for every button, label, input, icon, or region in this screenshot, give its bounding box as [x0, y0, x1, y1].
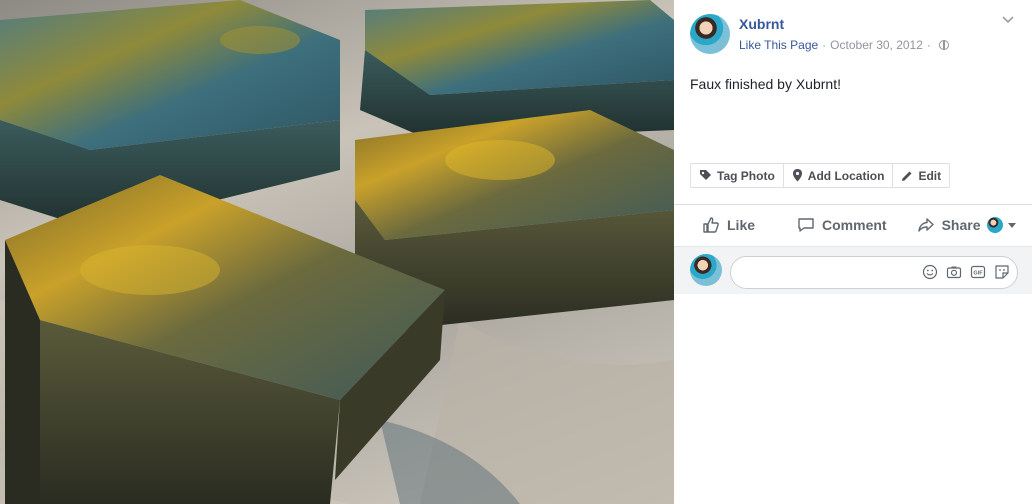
post-date[interactable]: October 30, 2012 — [830, 38, 923, 52]
gif-icon[interactable]: GIF — [970, 264, 986, 280]
comment-bubble-icon — [798, 218, 814, 232]
page-avatar[interactable] — [690, 14, 730, 54]
page-name-link[interactable]: Xubrnt — [739, 16, 784, 32]
sticker-icon[interactable] — [994, 264, 1010, 280]
caret-down-icon — [1008, 222, 1016, 228]
comment-label: Comment — [822, 217, 887, 233]
photo-action-bar: Tag Photo Add Location Edit — [690, 163, 951, 188]
comment-composer: GIF — [674, 246, 1032, 294]
post-photo[interactable] — [0, 0, 674, 504]
post-details-panel: Xubrnt Like This Page · October 30, 2012… — [674, 0, 1032, 504]
share-arrow-icon — [917, 218, 934, 232]
globe-icon — [938, 40, 949, 50]
react-as-avatar — [987, 217, 1003, 233]
location-pin-icon — [792, 169, 802, 182]
composer-icons: GIF — [922, 264, 1010, 280]
post-caption: Faux finished by Xubrnt! — [690, 76, 841, 92]
tag-icon — [700, 170, 711, 180]
like-page-link[interactable]: Like This Page — [739, 38, 818, 52]
camera-icon[interactable] — [946, 264, 962, 280]
edit-button[interactable]: Edit — [893, 164, 949, 187]
tag-photo-label: Tag Photo — [717, 168, 775, 183]
add-location-button[interactable]: Add Location — [784, 164, 894, 187]
meta-separator: · — [926, 38, 931, 52]
like-label: Like — [727, 217, 756, 233]
post-meta: Like This Page · October 30, 2012 · — [739, 38, 949, 52]
react-as-selector[interactable] — [987, 217, 1016, 233]
chevron-down-icon[interactable] — [1002, 16, 1014, 24]
share-label: Share — [941, 217, 981, 233]
commenter-avatar — [690, 254, 722, 286]
emoji-icon[interactable] — [922, 264, 938, 280]
pencil-icon — [902, 171, 912, 181]
reaction-bar: Like Comment Share — [690, 212, 1016, 238]
edit-label: Edit — [918, 168, 942, 183]
like-button[interactable]: Like — [702, 216, 755, 234]
painted-boxes-image — [0, 0, 674, 504]
comment-button[interactable]: Comment — [797, 216, 887, 234]
add-location-label: Add Location — [807, 168, 885, 183]
meta-separator: · — [822, 38, 827, 52]
divider — [674, 204, 1032, 205]
share-button[interactable]: Share — [917, 216, 981, 234]
svg-text:GIF: GIF — [973, 271, 983, 277]
tag-photo-button[interactable]: Tag Photo — [691, 164, 784, 187]
thumbs-up-icon — [703, 217, 719, 233]
